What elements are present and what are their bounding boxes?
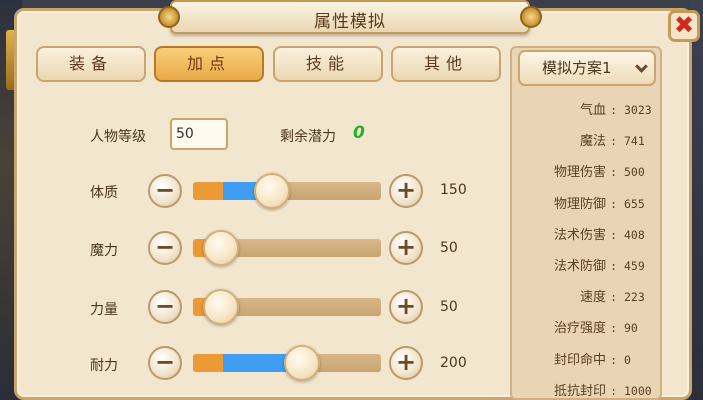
tab-label: 加点 xyxy=(186,54,231,73)
increase-button[interactable]: + xyxy=(389,231,423,265)
attribute-label: 魔力 xyxy=(90,243,118,259)
stat-name: 物理防御 xyxy=(553,196,606,212)
attribute-value: 50 xyxy=(440,240,458,256)
title-bar: 属性模拟 xyxy=(158,0,542,34)
minus-icon: − xyxy=(154,233,176,261)
stat-value: : 90 xyxy=(610,321,638,336)
stat-row: 物理防御 : 655 xyxy=(512,193,660,212)
stat-row: 法术伤害 : 408 xyxy=(512,224,660,243)
plus-icon: + xyxy=(395,292,417,320)
attribute-value: 150 xyxy=(440,182,467,198)
stat-value: : 459 xyxy=(610,259,645,273)
stat-name: 法术防御 xyxy=(553,259,606,274)
stat-row: 速度 : 223 xyxy=(512,286,660,305)
stat-value: : 0 xyxy=(610,352,631,367)
minus-icon: − xyxy=(154,348,176,376)
level-label: 人物等级 xyxy=(90,129,146,145)
minus-icon: − xyxy=(154,292,176,320)
attribute-label: 体质 xyxy=(90,185,118,201)
stat-name: 法术伤害 xyxy=(553,227,606,243)
stat-row: 魔法 : 741 xyxy=(512,130,660,149)
increase-button[interactable]: + xyxy=(389,346,423,380)
stat-value: : 741 xyxy=(610,134,645,149)
stat-name: 物理伤害 xyxy=(553,165,606,181)
window-title: 属性模拟 xyxy=(314,12,386,32)
stat-value: : 1000 xyxy=(610,383,652,398)
stat-name: 气血 xyxy=(579,103,606,118)
level-input[interactable] xyxy=(170,118,228,150)
stat-value: : 223 xyxy=(610,290,645,305)
decrease-button[interactable]: − xyxy=(148,290,182,324)
stat-row: 抵抗封印 : 1000 xyxy=(512,380,660,399)
title-ornament-right-icon xyxy=(520,6,542,28)
stat-value: : 655 xyxy=(610,196,645,211)
stat-row: 气血 : 3023 xyxy=(512,99,660,118)
close-button[interactable]: ✖ xyxy=(668,10,700,42)
stat-name: 封印命中 xyxy=(553,352,606,368)
close-icon: ✖ xyxy=(673,11,695,39)
stat-row: 物理伤害 : 500 xyxy=(512,161,660,180)
stat-row: 法术防御 : 459 xyxy=(512,255,660,274)
tab-add-points[interactable]: 加点 xyxy=(154,46,264,82)
stat-row: 封印命中 : 0 xyxy=(512,349,660,368)
chevron-down-icon xyxy=(635,60,648,73)
increase-button[interactable]: + xyxy=(389,174,423,208)
potential-value: 0 xyxy=(353,123,365,143)
slider-handle[interactable] xyxy=(203,289,240,325)
stat-value: : 500 xyxy=(610,165,645,180)
slider-handle[interactable] xyxy=(203,230,240,266)
tab-label: 其他 xyxy=(423,54,468,73)
slider-handle[interactable] xyxy=(253,173,290,209)
stat-name: 魔法 xyxy=(579,134,606,150)
tab-skills[interactable]: 技能 xyxy=(273,46,383,82)
stat-name: 治疗强度 xyxy=(553,321,606,337)
increase-button[interactable]: + xyxy=(389,290,423,324)
decrease-button[interactable]: − xyxy=(148,174,182,208)
tab-label: 装备 xyxy=(68,54,113,73)
decrease-button[interactable]: − xyxy=(148,346,182,380)
attribute-value: 50 xyxy=(440,299,458,315)
potential-label: 剩余潜力 xyxy=(280,129,336,145)
tab-equipment[interactable]: 装备 xyxy=(36,46,146,82)
plus-icon: + xyxy=(395,348,417,376)
stat-value: : 3023 xyxy=(610,103,652,117)
minus-icon: − xyxy=(154,176,176,204)
tab-label: 技能 xyxy=(305,54,350,73)
plus-icon: + xyxy=(395,176,417,204)
stat-value: : 408 xyxy=(610,227,645,242)
stat-name: 抵抗封印 xyxy=(553,383,606,399)
plan-dropdown[interactable]: 模拟方案1 xyxy=(518,50,656,86)
stat-name: 速度 xyxy=(579,290,606,306)
base-fill xyxy=(193,354,224,372)
attribute-label: 力量 xyxy=(90,302,118,318)
slider-handle[interactable] xyxy=(284,345,321,381)
plan-label: 模拟方案1 xyxy=(542,59,612,77)
stat-row: 治疗强度 : 90 xyxy=(512,317,660,336)
tab-other[interactable]: 其他 xyxy=(391,46,501,82)
attribute-label: 耐力 xyxy=(90,358,118,374)
attribute-value: 200 xyxy=(440,355,467,371)
decrease-button[interactable]: − xyxy=(148,231,182,265)
plus-icon: + xyxy=(395,233,417,261)
base-fill xyxy=(193,182,224,200)
